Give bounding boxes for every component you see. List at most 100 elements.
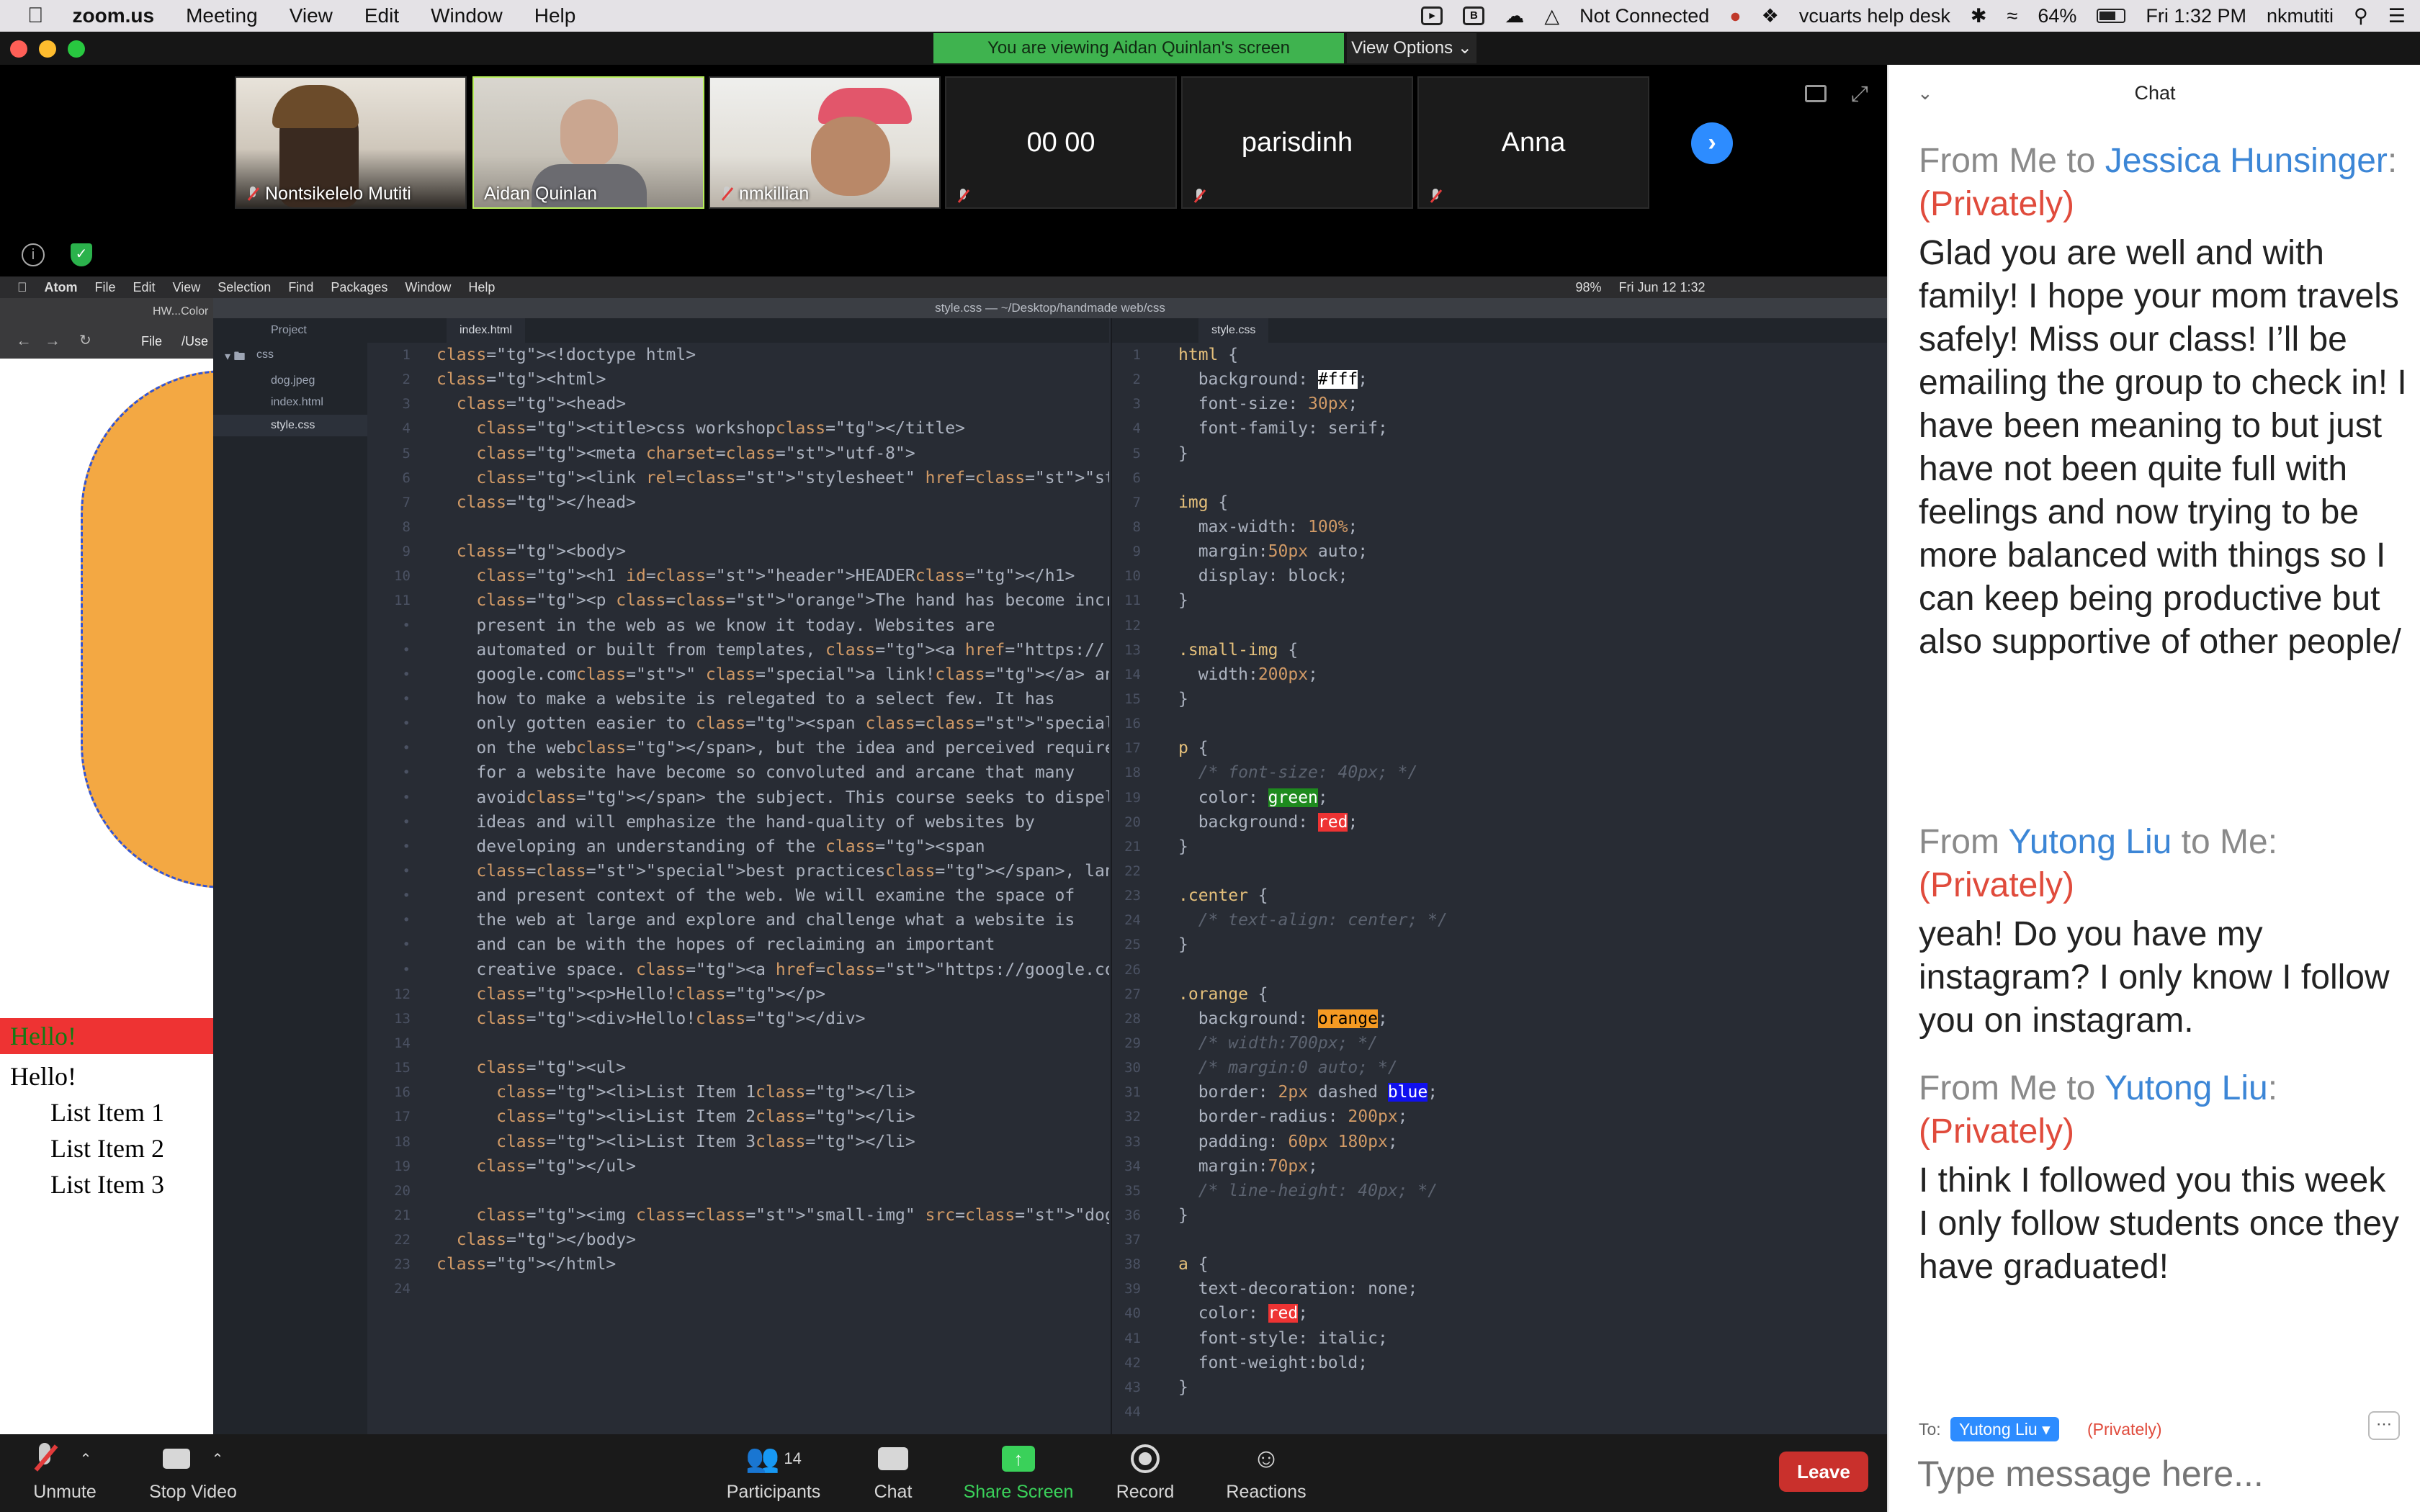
record-status-icon[interactable]: ● bbox=[1729, 5, 1741, 27]
wifi-icon[interactable]: ≈ bbox=[2007, 5, 2018, 27]
code-line: } bbox=[1178, 1205, 1188, 1225]
chat-bubble-icon bbox=[878, 1447, 908, 1470]
vpn-icon[interactable]: △ bbox=[1544, 5, 1559, 27]
share-screen-icon: ↑ bbox=[1002, 1446, 1035, 1472]
unmute-button[interactable]: ⌃ Unmute bbox=[7, 1440, 122, 1503]
participant-tile[interactable]: parisdinh bbox=[1181, 76, 1413, 209]
line-number: 26 bbox=[1124, 961, 1141, 978]
more-options-icon[interactable]: ⋯ bbox=[2368, 1411, 2400, 1440]
code-line: } bbox=[1178, 837, 1188, 856]
code-line: class="tg"><h1 id=class="st">"header">HE… bbox=[476, 567, 1075, 586]
recipient-dropdown[interactable]: Yutong Liu ▾ bbox=[1950, 1417, 2059, 1441]
html-pane: index.html 1 2 3 4 5 6 7 8 9 10 11 • • • • • • • • • • • • • • • 1… bbox=[367, 318, 1109, 1434]
participant-name: Aidan Quinlan bbox=[484, 184, 597, 204]
mic-muted-icon bbox=[1429, 189, 1442, 204]
atom-menubar:  Atom File Edit View Selection Find Pac… bbox=[0, 276, 1887, 298]
encryption-shield-icon[interactable]: ✓ bbox=[71, 243, 92, 266]
recipient-link[interactable]: Yutong Liu bbox=[2105, 1069, 2268, 1107]
line-number: 4 bbox=[402, 420, 411, 437]
line-number: 12 bbox=[1124, 617, 1141, 634]
spotlight-search-icon[interactable]: ⚲ bbox=[2354, 5, 2368, 27]
line-number: 27 bbox=[1124, 986, 1141, 1002]
record-button[interactable]: Record bbox=[1088, 1440, 1203, 1503]
helpdesk-menu[interactable]: vcuarts help desk bbox=[1799, 5, 1950, 27]
participant-tile[interactable]: Anna bbox=[1417, 76, 1649, 209]
line-number: • bbox=[402, 814, 411, 830]
line-number: 15 bbox=[394, 1060, 411, 1076]
line-number: 20 bbox=[394, 1182, 411, 1199]
reactions-button[interactable]: ☺ Reactions bbox=[1209, 1440, 1324, 1503]
line-number: 15 bbox=[1124, 690, 1141, 707]
code-line: .orange { bbox=[1178, 984, 1268, 1004]
participant-tile[interactable]: 00 00 bbox=[945, 76, 1177, 209]
app-menu[interactable]: zoom.us bbox=[73, 4, 155, 27]
meeting-info-icon[interactable]: i bbox=[22, 243, 45, 266]
next-page-button[interactable]: › bbox=[1691, 122, 1733, 164]
code-line: color: green; bbox=[1198, 788, 1328, 807]
line-number: 42 bbox=[1124, 1354, 1141, 1371]
fullscreen-icon[interactable]: ⤢ bbox=[1851, 82, 1868, 107]
list-item: List Item 2 bbox=[50, 1134, 164, 1163]
code-line: /* font-size: 40px; */ bbox=[1178, 763, 1418, 783]
code-line: class="tg"><link rel=class="st">"stylesh… bbox=[476, 468, 1109, 487]
code-line: font-weight:bold; bbox=[1198, 1353, 1368, 1372]
menu-edit[interactable]: Edit bbox=[364, 4, 399, 27]
share-screen-button[interactable]: ↑ Share Screen bbox=[961, 1440, 1076, 1503]
chat-button[interactable]: Chat bbox=[835, 1440, 951, 1503]
gallery-layout-icon[interactable] bbox=[1805, 85, 1827, 102]
participant-tile-active-speaker[interactable]: Aidan Quinlan bbox=[472, 76, 704, 209]
stop-video-button[interactable]: ⌃ Stop Video bbox=[135, 1440, 251, 1503]
recipient-link[interactable]: Jessica Hunsinger bbox=[2105, 142, 2388, 180]
browser-tabbar: HW...Color ← → ↻ File /Use bbox=[0, 298, 213, 359]
participant-tile[interactable]: nmkillian bbox=[709, 76, 941, 209]
css-pane: style.css 1 2 3 4 5 6 7 8 9 10 11 12 13 14 15 16 17 18 19 2… bbox=[1111, 318, 1887, 1434]
participant-name: Anna bbox=[1501, 127, 1566, 158]
clock[interactable]: Fri 1:32 PM bbox=[2146, 5, 2246, 27]
battery-percent[interactable]: 64% bbox=[2038, 5, 2076, 27]
sender-link[interactable]: Yutong Liu bbox=[2008, 823, 2172, 861]
line-number: • bbox=[402, 666, 411, 683]
code-line: class="tg"><li>List Item 1class="tg"></l… bbox=[496, 1083, 915, 1102]
line-number: • bbox=[402, 740, 411, 757]
participants-button[interactable]: 👥 14 Participants bbox=[716, 1440, 831, 1503]
notification-center-icon[interactable]: ☰ bbox=[2388, 5, 2406, 27]
window-zoom-button[interactable] bbox=[68, 40, 85, 58]
participant-name-text: Aidan Quinlan bbox=[484, 184, 598, 204]
user-menu[interactable]: nkmutiti bbox=[2267, 5, 2334, 27]
code-line: padding: 60px 180px; bbox=[1198, 1132, 1398, 1151]
network-status[interactable]: Not Connected bbox=[1579, 5, 1709, 27]
menu-view[interactable]: View bbox=[290, 4, 333, 27]
dropbox-icon[interactable]: ❖ bbox=[1762, 5, 1779, 27]
chevron-up-icon[interactable]: ⌃ bbox=[212, 1450, 224, 1468]
leave-button[interactable]: Leave bbox=[1779, 1452, 1868, 1492]
bluetooth-icon[interactable]: ✱ bbox=[1971, 5, 1987, 27]
hello-paragraph: Hello! bbox=[0, 1018, 213, 1054]
code-line: class="tg"></ul> bbox=[476, 1156, 636, 1176]
chevron-up-icon[interactable]: ⌃ bbox=[80, 1450, 92, 1468]
participants-icon: 👥 bbox=[745, 1444, 780, 1474]
line-number: 31 bbox=[1124, 1084, 1141, 1101]
window-minimize-button[interactable] bbox=[39, 40, 56, 58]
tree-file: index.html bbox=[271, 396, 323, 408]
menu-meeting[interactable]: Meeting bbox=[186, 4, 258, 27]
menu-window[interactable]: Window bbox=[431, 4, 503, 27]
apple-icon[interactable]:  bbox=[27, 4, 44, 28]
code-line: } bbox=[1178, 591, 1188, 611]
bw-status-icon[interactable]: B bbox=[1463, 6, 1485, 25]
window-close-button[interactable] bbox=[10, 40, 27, 58]
menu-help[interactable]: Help bbox=[534, 4, 576, 27]
line-number: 6 bbox=[1132, 469, 1141, 486]
chat-message-input[interactable] bbox=[1917, 1449, 2407, 1499]
chat-title: Chat bbox=[2134, 82, 2176, 104]
reload-icon: ↻ bbox=[79, 333, 91, 348]
pane-tabbar: index.html bbox=[367, 318, 1109, 343]
creative-cloud-icon[interactable]: ☁ bbox=[1505, 5, 1524, 27]
participant-tile[interactable]: Nontsikelelo Mutiti bbox=[235, 76, 467, 209]
zoom-status-icon[interactable]: ▸ bbox=[1421, 6, 1443, 25]
code-line: a { bbox=[1178, 1255, 1209, 1274]
code-line: } bbox=[1178, 689, 1188, 708]
line-number: 8 bbox=[402, 518, 411, 535]
view-options-button[interactable]: View Options ⌄ bbox=[1347, 33, 1476, 63]
folder-icon: ▾ 🖿 bbox=[225, 351, 246, 363]
